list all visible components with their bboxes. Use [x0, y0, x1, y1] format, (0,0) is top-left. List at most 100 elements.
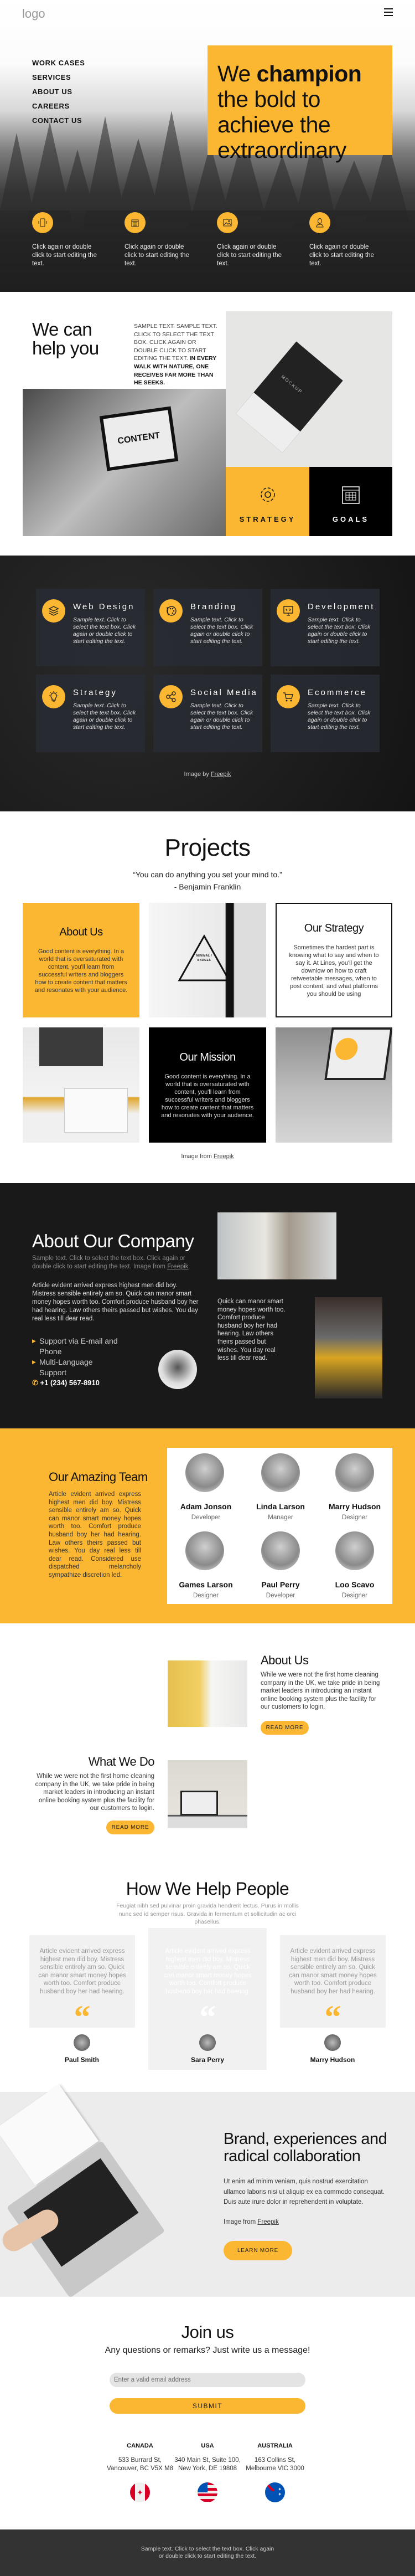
goals-tile[interactable]: GOALS	[309, 467, 392, 536]
card-title: Our Mission	[179, 1051, 236, 1063]
australia-flag-icon: ✦ ✦	[265, 2482, 285, 2503]
palette-icon	[159, 599, 183, 623]
avatar	[324, 2034, 341, 2051]
lightbulb-icon	[42, 685, 65, 708]
submit-button[interactable]: SUBMIT	[110, 2398, 305, 2414]
credit-text: Image from	[181, 1153, 214, 1160]
office-country: CANADA	[127, 2443, 153, 2449]
office-address: New York, DE 19808	[178, 2465, 237, 2472]
service-title: Branding	[190, 602, 237, 611]
main-nav: WORK CASES SERVICES ABOUT US CAREERS CON…	[32, 59, 85, 131]
member-name: Paul Perry	[261, 1580, 300, 1589]
brand-section: Brand, experiences and radical collabora…	[0, 2084, 415, 2299]
project-card-about-us[interactable]: About Us Good content is everything. In …	[23, 903, 139, 1017]
service-card-strategy[interactable]: Strategy Sample text. Click to select th…	[36, 675, 145, 752]
nav-work-cases[interactable]: WORK CASES	[32, 59, 85, 73]
service-card-ecommerce[interactable]: Ecommerce Sample text. Click to select t…	[271, 675, 380, 752]
office-address: 533 Burrard St,	[118, 2457, 162, 2464]
nav-about-us[interactable]: ABOUT US	[32, 88, 85, 102]
strategy-label: STRATEGY	[239, 515, 296, 523]
service-card-development[interactable]: Development Sample text. Click to select…	[271, 589, 380, 666]
team-section: Our Amazing Team Article evident arrived…	[0, 1428, 415, 1623]
learn-more-button[interactable]: LEARN MORE	[224, 2241, 292, 2260]
service-card-social-media[interactable]: Social Media Sample text. Click to selec…	[153, 675, 262, 752]
feature-text: Click again or double click to start edi…	[217, 244, 282, 267]
office-address: 340 Main St, Suite 100,	[174, 2457, 241, 2464]
woman-laptop-image	[168, 1660, 247, 1727]
avatar	[199, 2034, 216, 2051]
hamburger-icon[interactable]	[384, 8, 393, 16]
member-name: Linda Larson	[256, 1502, 305, 1511]
quote-author: - Benjamin Franklin	[174, 882, 241, 891]
canada-flag-icon: ✦	[130, 2482, 150, 2503]
whatwedo-title: What We Do	[88, 1755, 155, 1768]
keyboard-shape	[39, 1027, 103, 1066]
member-role: Designer	[193, 1592, 219, 1599]
service-card-web-design[interactable]: Web Design Sample text. Click to select …	[36, 589, 145, 666]
avatar	[74, 2034, 90, 2051]
nav-services[interactable]: SERVICES	[32, 73, 85, 88]
services-section: Web Design Sample text. Click to select …	[0, 556, 415, 811]
tag-shape: MOCKUP	[236, 341, 343, 453]
cart-icon	[277, 685, 300, 708]
freepik-link[interactable]: Freepik	[167, 1263, 188, 1270]
member-name: Games Larson	[179, 1580, 233, 1589]
phone-number[interactable]: ✆ +1 (234) 567-8910	[32, 1379, 100, 1387]
triangle-bullet-icon: ▶	[32, 1359, 36, 1365]
testimonial-card: Article evident arrived express highest …	[280, 1935, 386, 2034]
company-intro: Sample text. Click to select the text bo…	[32, 1254, 201, 1271]
about-text: While we were not the first home cleanin…	[261, 1672, 380, 1711]
testimonials-title: How We Help People	[126, 1879, 289, 1899]
avatar	[185, 1531, 224, 1570]
about-read-more-button[interactable]: READ MORE	[261, 1721, 309, 1735]
nav-contact-us[interactable]: CONTACT US	[32, 116, 85, 131]
service-title: Web Design	[73, 602, 135, 611]
usa-flag-icon	[198, 2482, 217, 2503]
support-list-item: ▶ Support via E-mail and Phone	[32, 1336, 121, 1357]
testimonial-card-active: Article evident arrived express highest …	[155, 1935, 261, 2034]
company-side-text: Quick can manor smart money hopes worth …	[217, 1298, 286, 1362]
team-member[interactable]: Linda Larson Manager	[242, 1453, 319, 1521]
laptop-screen	[324, 1027, 392, 1080]
whatwedo-read-more-button[interactable]: READ MORE	[106, 1821, 154, 1834]
email-input[interactable]	[110, 2373, 305, 2387]
card-text: Sometimes the hardest part is knowing wh…	[289, 944, 379, 998]
service-title: Social Media	[190, 688, 258, 697]
support-list-item: ▶ Multi-Language Support	[32, 1357, 121, 1378]
team-member[interactable]: Marry Hudson Designer	[316, 1453, 393, 1521]
service-card-branding[interactable]: Branding Sample text. Click to select th…	[153, 589, 262, 666]
feature-text: Click again or double click to start edi…	[309, 244, 374, 267]
notebook-shape	[64, 1088, 128, 1133]
brand-text: Ut enim ad minim veniam, quis nostrud ex…	[224, 2178, 385, 2205]
team-member[interactable]: Loo Scavo Designer	[316, 1531, 393, 1599]
avatar	[185, 1453, 224, 1492]
project-card-our-strategy[interactable]: Our Strategy Sometimes the hardest part …	[276, 903, 392, 1017]
service-text: Sample text. Click to select the text bo…	[190, 702, 253, 731]
team-member[interactable]: Games Larson Designer	[167, 1531, 245, 1599]
footer-text: Sample text. Click to select the text bo…	[141, 2546, 274, 2559]
brand-image-credit: Image from Freepik	[224, 2219, 279, 2225]
project-card-our-mission[interactable]: Our Mission Good content is everything. …	[149, 1027, 266, 1143]
freepik-link[interactable]: Freepik	[214, 1153, 234, 1160]
avatar	[261, 1531, 300, 1570]
logo[interactable]: logo	[22, 7, 45, 21]
goals-label: GOALS	[332, 515, 370, 523]
strategy-tile[interactable]: STRATEGY	[226, 467, 309, 536]
company-title: About Our Company	[32, 1231, 194, 1251]
brand-title: Brand, experiences and radical collabora…	[224, 2130, 387, 2165]
team-member[interactable]: Paul Perry Developer	[242, 1531, 319, 1599]
hero-headline: We champion the bold to achieve the extr…	[217, 61, 382, 163]
share-icon	[159, 685, 183, 708]
gear-icon	[260, 487, 275, 502]
freepik-link[interactable]: Freepik	[257, 2219, 278, 2225]
headline-text: We	[217, 61, 257, 86]
tag-text: MOCKUP	[280, 374, 304, 395]
testimonial-text: Article evident arrived express highest …	[38, 1948, 126, 1995]
freepik-link[interactable]: Freepik	[211, 771, 231, 778]
team-members-card: Adam Jonson Developer Linda Larson Manager…	[167, 1448, 392, 1604]
credit-text: Image from	[224, 2219, 258, 2225]
testimonial-text: Article evident arrived express highest …	[289, 1948, 377, 1995]
team-member[interactable]: Adam Jonson Developer	[167, 1453, 245, 1521]
service-title: Strategy	[73, 688, 117, 697]
nav-careers[interactable]: CAREERS	[32, 102, 85, 116]
